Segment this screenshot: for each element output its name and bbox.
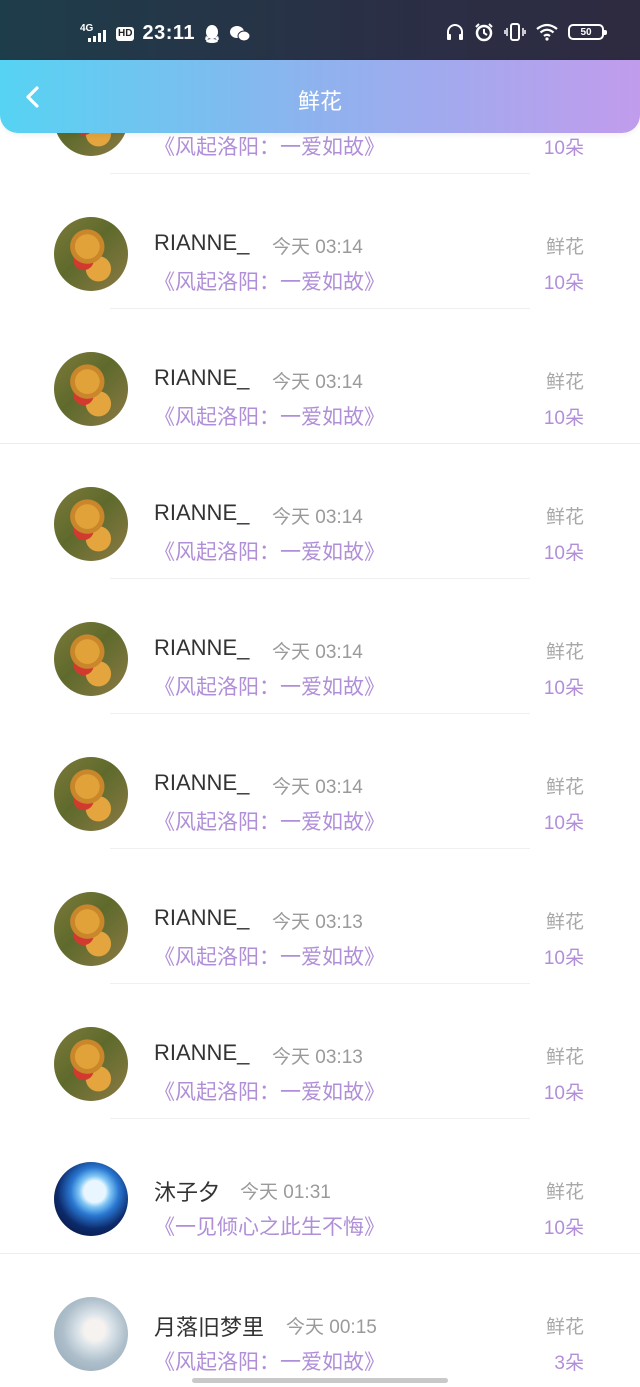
avatar[interactable] <box>54 352 128 426</box>
gift-type: 鲜花 <box>545 1047 584 1068</box>
gift-amount: 10朵 <box>543 948 584 969</box>
gift-type: 鲜花 <box>545 642 584 663</box>
user-name[interactable]: RIANNE_ <box>154 635 249 661</box>
book-title-link[interactable]: 《风起洛阳：一爱如故》 <box>154 806 385 836</box>
avatar[interactable] <box>54 622 128 696</box>
status-left: 4G HD 23:11 <box>80 22 251 45</box>
gift-type: 鲜花 <box>545 777 584 798</box>
battery-icon: 50 <box>568 24 607 40</box>
gift-type: 鲜花 <box>545 912 584 933</box>
gift-time: 今天 03:13 <box>272 1047 363 1068</box>
gift-amount: 10朵 <box>543 543 584 564</box>
book-title-link[interactable]: 《风起洛阳：一爱如故》 <box>154 401 385 431</box>
user-name[interactable]: RIANNE_ <box>154 365 249 391</box>
status-time: 23:11 <box>142 22 196 44</box>
gift-type: 鲜花 <box>545 507 584 528</box>
status-right: 50 <box>446 22 607 42</box>
gift-time: 今天 03:14 <box>272 642 363 663</box>
page-header: 鲜花 <box>0 60 640 133</box>
gift-time: 今天 03:13 <box>272 912 363 933</box>
wifi-icon <box>536 23 558 41</box>
avatar[interactable] <box>54 757 128 831</box>
avatar[interactable] <box>54 1297 128 1371</box>
status-bar: 4G HD 23:11 50 <box>0 0 640 60</box>
user-name[interactable]: RIANNE_ <box>154 1040 249 1066</box>
alarm-icon <box>475 23 493 42</box>
headphones-icon <box>447 24 463 40</box>
avatar[interactable] <box>54 1162 128 1236</box>
book-title-link[interactable]: 《风起洛阳：一爱如故》 <box>154 671 385 701</box>
book-title-link[interactable]: 《风起洛阳：一爱如故》 <box>154 1076 385 1106</box>
vibrate-icon <box>504 23 526 41</box>
gift-time: 今天 00:15 <box>286 1317 377 1338</box>
list-item[interactable]: 月落旧梦里 今天 00:15 《风起洛阳：一爱如故》 鲜花 3朵 <box>0 1254 640 1387</box>
list-item[interactable]: 沐子夕 今天 01:31 《一见倾心之此生不悔》 鲜花 10朵 <box>0 1119 640 1254</box>
gift-amount: 10朵 <box>543 678 584 699</box>
book-title-link[interactable]: 《风起洛阳：一爱如故》 <box>154 133 385 161</box>
qq-icon <box>205 24 219 43</box>
list-item[interactable]: RIANNE_ 今天 03:14 《风起洛阳：一爱如故》 鲜花 10朵 <box>0 444 640 579</box>
user-name[interactable]: RIANNE_ <box>154 500 249 526</box>
user-name[interactable]: RIANNE_ <box>154 770 249 796</box>
gift-amount: 10朵 <box>543 408 584 429</box>
gift-type: 鲜花 <box>545 237 584 258</box>
gift-amount: 10朵 <box>543 138 584 159</box>
list-item[interactable]: RIANNE_ 今天 03:13 《风起洛阳：一爱如故》 鲜花 10朵 <box>0 984 640 1119</box>
gift-amount: 10朵 <box>543 1083 584 1104</box>
wechat-icon <box>230 25 251 41</box>
page-title: 鲜花 <box>297 89 342 114</box>
book-title-link[interactable]: 《风起洛阳：一爱如故》 <box>154 536 385 566</box>
gift-amount: 10朵 <box>543 273 584 294</box>
user-name[interactable]: RIANNE_ <box>154 905 249 931</box>
user-name[interactable]: 沐子夕 <box>154 1175 220 1207</box>
gift-amount: 10朵 <box>543 813 584 834</box>
book-title-link[interactable]: 《一见倾心之此生不悔》 <box>154 1211 385 1241</box>
gift-time: 今天 03:14 <box>272 777 363 798</box>
book-title-link[interactable]: 《风起洛阳：一爱如故》 <box>154 266 385 296</box>
list-item[interactable]: RIANNE_ 今天 03:14 《风起洛阳：一爱如故》 鲜花 10朵 <box>0 579 640 714</box>
list-item[interactable]: RIANNE_ 今天 03:14 《风起洛阳：一爱如故》 鲜花 10朵 <box>0 309 640 444</box>
signal-icon: 4G <box>80 23 108 44</box>
avatar[interactable] <box>54 487 128 561</box>
list-item[interactable]: RIANNE_ 今天 03:13 《风起洛阳：一爱如故》 鲜花 10朵 <box>0 849 640 984</box>
avatar[interactable] <box>54 1027 128 1101</box>
battery-level: 50 <box>580 26 592 38</box>
user-name[interactable]: RIANNE_ <box>154 230 249 256</box>
gift-type: 鲜花 <box>545 1182 584 1203</box>
list-item[interactable]: RIANNE_ 今天 03:14 《风起洛阳：一爱如故》 鲜花 10朵 <box>0 714 640 849</box>
hd-badge: HD <box>116 26 135 41</box>
gift-record-list[interactable]: RIANNE_今天 03:14《风起洛阳：一爱如故》鲜花10朵RIANNE_今天… <box>0 133 640 1387</box>
gift-time: 今天 03:14 <box>272 507 363 528</box>
gift-time: 今天 01:31 <box>240 1182 331 1203</box>
book-title-link[interactable]: 《风起洛阳：一爱如故》 <box>154 941 385 971</box>
gift-type: 鲜花 <box>545 1317 584 1338</box>
gift-type: 鲜花 <box>545 372 584 393</box>
gift-amount: 10朵 <box>543 1218 584 1239</box>
list-item[interactable]: RIANNE_ 今天 03:14 《风起洛阳：一爱如故》 鲜花 10朵 <box>0 174 640 309</box>
gift-amount: 3朵 <box>554 1353 584 1374</box>
gift-time: 今天 03:14 <box>272 237 363 258</box>
home-indicator[interactable] <box>192 1378 448 1383</box>
avatar[interactable] <box>54 217 128 291</box>
book-title-link[interactable]: 《风起洛阳：一爱如故》 <box>154 1346 385 1376</box>
avatar[interactable] <box>54 892 128 966</box>
gift-time: 今天 03:14 <box>272 372 363 393</box>
list-item[interactable]: RIANNE_今天 03:14《风起洛阳：一爱如故》鲜花10朵 <box>0 133 640 174</box>
user-name[interactable]: 月落旧梦里 <box>154 1310 264 1342</box>
avatar[interactable] <box>54 133 128 156</box>
